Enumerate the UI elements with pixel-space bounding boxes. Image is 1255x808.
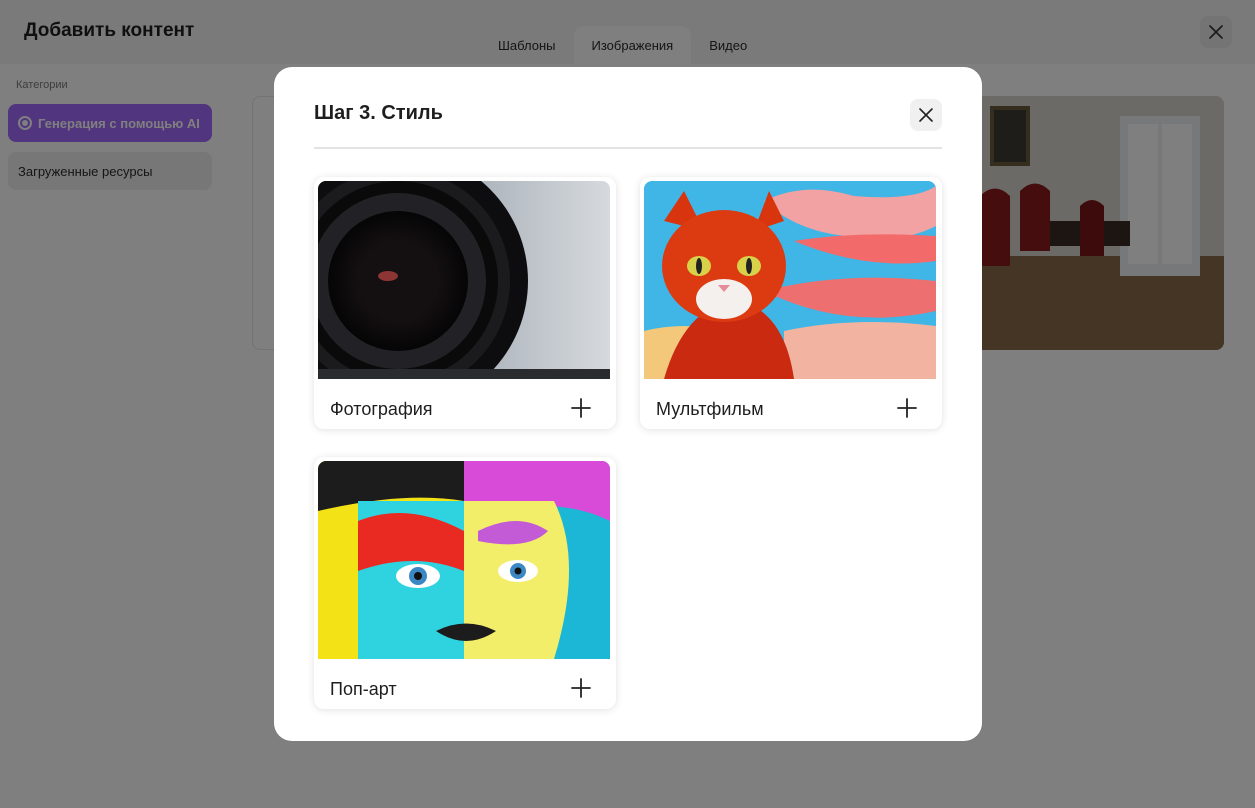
style-card-photo[interactable]: Фотография [314, 177, 616, 429]
pop-art-face-image [318, 461, 610, 659]
modal-close-button[interactable] [910, 99, 942, 131]
plus-icon[interactable] [570, 397, 592, 419]
style-label: Поп-арт [330, 679, 397, 699]
modal-title: Шаг 3. Стиль [314, 102, 443, 124]
style-label: Фотография [330, 399, 433, 419]
camera-lens-image [318, 181, 610, 379]
style-card-cartoon[interactable]: Мультфильм [640, 177, 942, 429]
style-label: Мультфильм [656, 399, 764, 419]
cartoon-cat-image [644, 181, 936, 379]
divider [314, 147, 942, 149]
style-card-pop-art[interactable]: Поп-арт [314, 457, 616, 709]
plus-icon[interactable] [896, 397, 918, 419]
style-modal: Шаг 3. Стиль Фотография Мультфильм Поп-а… [274, 67, 982, 741]
close-icon [919, 108, 933, 122]
plus-icon[interactable] [570, 677, 592, 699]
